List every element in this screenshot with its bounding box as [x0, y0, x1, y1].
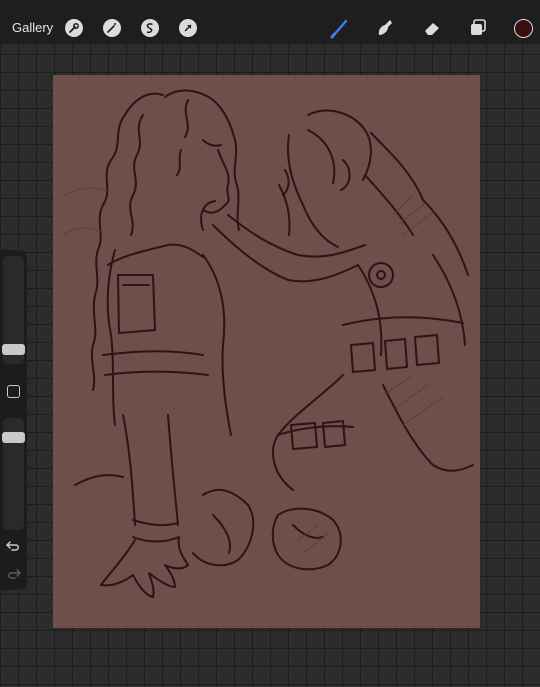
eraser-icon[interactable]	[421, 17, 443, 39]
sketch-artwork	[62, 89, 474, 598]
wrench-icon[interactable]	[65, 19, 83, 37]
redo-icon[interactable]	[4, 566, 23, 582]
magic-wand-icon[interactable]	[103, 19, 121, 37]
modify-square-icon[interactable]	[7, 385, 20, 398]
transform-arrow-icon[interactable]	[179, 19, 197, 37]
undo-icon[interactable]	[4, 538, 23, 554]
brush-size-thumb[interactable]	[2, 344, 25, 355]
color-picker-button[interactable]	[514, 19, 533, 38]
opacity-thumb[interactable]	[2, 432, 25, 443]
brush-icon[interactable]	[329, 17, 351, 39]
drawing-canvas[interactable]	[53, 75, 480, 628]
layers-icon[interactable]	[467, 17, 489, 39]
left-sidebar	[0, 250, 27, 590]
gallery-button[interactable]: Gallery	[12, 20, 53, 35]
selection-icon[interactable]	[141, 19, 159, 37]
smudge-icon[interactable]	[374, 17, 396, 39]
top-toolbar: Gallery	[0, 0, 540, 44]
